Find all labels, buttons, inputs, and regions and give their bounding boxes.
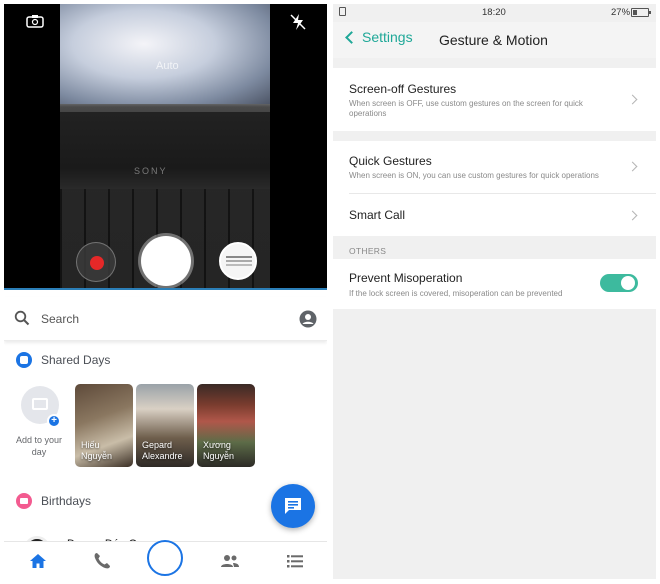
row-title: Prevent Misoperation <box>349 271 463 285</box>
row-title: Screen-off Gestures <box>349 82 457 96</box>
page-title: Gesture & Motion <box>439 32 548 48</box>
story-name: Gepard Alexandre <box>142 440 183 461</box>
laptop-brand-text: SONY <box>134 166 168 176</box>
chevron-right-icon <box>627 210 638 221</box>
chevron-left-icon <box>345 31 358 44</box>
search-bar[interactable]: Search <box>4 297 327 341</box>
camera-feed-sky <box>60 4 270 104</box>
profile-icon[interactable] <box>299 310 317 328</box>
add-to-day-label: Add to your day <box>15 435 63 457</box>
camera-mode-label: Auto <box>156 60 179 72</box>
camera-feed-laptop <box>60 112 270 192</box>
story-card[interactable]: Hiếu Nguyễn <box>75 384 133 467</box>
row-subtitle: When screen is OFF, use custom gestures … <box>349 99 583 118</box>
settings-card: Screen-off Gestures When screen is OFF, … <box>333 68 656 131</box>
story-name: Xương Nguyễn <box>203 440 235 461</box>
status-time: 18:20 <box>482 7 506 18</box>
settings-card: Quick Gestures When screen is ON, you ca… <box>333 141 656 236</box>
others-section-header: OTHERS <box>349 246 387 256</box>
quick-gestures-row[interactable]: Quick Gestures When screen is ON, you ca… <box>333 141 656 193</box>
list-icon[interactable] <box>285 551 305 571</box>
settings-panel: 18:20 27% Settings Gesture & Motion Scre… <box>333 4 656 579</box>
phone-icon[interactable] <box>92 551 112 571</box>
back-label: Settings <box>362 29 413 45</box>
camera-icon <box>32 398 48 410</box>
smart-call-row[interactable]: Smart Call <box>333 194 656 236</box>
row-subtitle: When screen is ON, you can use custom ge… <box>349 171 599 180</box>
search-input[interactable]: Search <box>41 312 79 326</box>
chevron-right-icon <box>627 161 638 172</box>
row-subtitle: If the lock screen is covered, misoperat… <box>349 289 563 298</box>
people-icon[interactable] <box>220 551 240 571</box>
story-card[interactable]: Gepard Alexandre <box>136 384 194 467</box>
birthdays-header: Birthdays <box>16 492 91 510</box>
new-message-button[interactable] <box>271 484 315 528</box>
bottom-navigation <box>4 540 327 579</box>
screenshot-root: SONY Auto Search Shared Days + Add to yo… <box>0 0 660 584</box>
record-video-button[interactable] <box>76 242 116 282</box>
back-button[interactable]: Settings <box>345 29 413 45</box>
screen-off-gestures-row[interactable]: Screen-off Gestures When screen is OFF, … <box>333 68 656 131</box>
plus-icon: + <box>47 414 61 428</box>
search-icon <box>14 310 30 326</box>
shared-days-title: Shared Days <box>41 353 111 367</box>
shared-days-header: Shared Days <box>16 351 110 369</box>
prevent-misoperation-toggle[interactable] <box>600 274 638 292</box>
gallery-thumbnail-button[interactable] <box>219 242 257 280</box>
home-icon[interactable] <box>28 551 48 571</box>
flash-off-icon[interactable] <box>289 13 307 31</box>
shutter-button[interactable] <box>141 236 191 286</box>
story-name: Hiếu Nguyễn <box>81 440 113 461</box>
chevron-right-icon <box>627 94 638 105</box>
birthdays-title: Birthdays <box>41 494 92 508</box>
camera-view: SONY Auto <box>4 4 327 290</box>
messenger-panel: SONY Auto Search Shared Days + Add to yo… <box>4 4 327 579</box>
row-title: Smart Call <box>349 208 406 222</box>
settings-navbar: Settings Gesture & Motion <box>333 22 656 58</box>
gift-icon <box>16 493 32 509</box>
sim-icon <box>339 7 346 16</box>
row-title: Quick Gestures <box>349 154 432 168</box>
status-bar: 18:20 27% <box>333 4 656 22</box>
compose-icon <box>285 498 301 514</box>
battery-percent: 27% <box>611 7 631 18</box>
story-card[interactable]: Xương Nguyễn <box>197 384 255 467</box>
shared-days-icon <box>16 352 32 368</box>
battery-icon <box>631 8 651 17</box>
camera-button[interactable] <box>147 540 183 576</box>
switch-camera-icon[interactable] <box>26 14 44 28</box>
